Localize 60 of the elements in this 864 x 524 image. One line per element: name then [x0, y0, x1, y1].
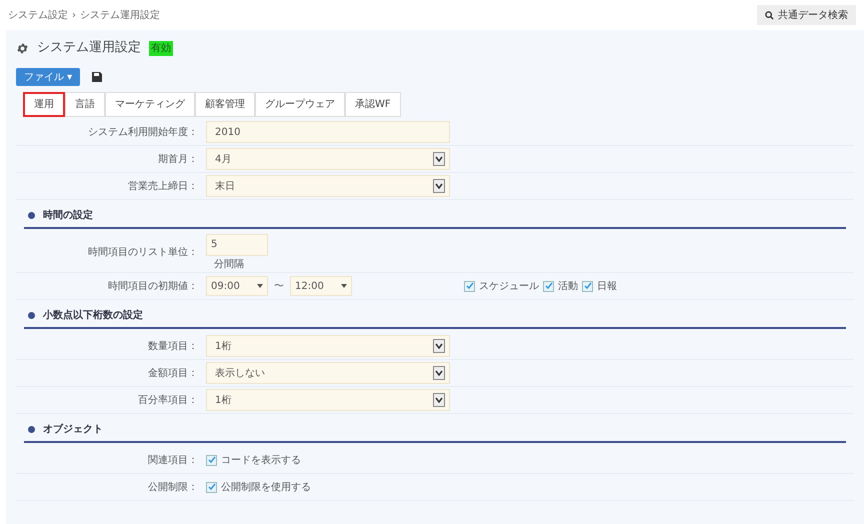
field-label: 関連項目： [147, 454, 199, 468]
checkbox-option[interactable]: コードを表示する [206, 452, 301, 468]
select-field[interactable]: 1桁 [206, 335, 450, 357]
dropdown-caret-icon [433, 152, 445, 166]
status-badge: 有効 [149, 40, 173, 56]
page-title: システム運用設定 [37, 39, 141, 58]
tab[interactable]: グループウェア [255, 92, 345, 117]
field-label: 数量項目： [147, 340, 199, 354]
checkbox-option[interactable]: スケジュール [464, 278, 539, 294]
section-title: オブジェクト [43, 422, 103, 436]
caret-icon [257, 284, 263, 288]
dropdown-caret-icon [433, 339, 445, 353]
number-field[interactable]: 5 [206, 234, 268, 256]
save-icon[interactable] [92, 72, 102, 82]
checkbox[interactable] [206, 482, 217, 492]
checkbox[interactable] [582, 280, 593, 292]
select-field[interactable]: 末日 [206, 175, 450, 197]
search-icon [765, 10, 774, 20]
section-bullet-icon [28, 426, 35, 432]
breadcrumb-link[interactable]: システム設定 [8, 8, 68, 22]
time-select[interactable]: 12:00 [290, 276, 352, 296]
field-label: システム利用開始年度： [87, 126, 199, 140]
field-label: 期首月： [157, 152, 199, 166]
tab[interactable]: 承認WF [345, 92, 401, 117]
text-field[interactable]: 2010 [206, 121, 450, 143]
checkbox[interactable] [206, 454, 217, 466]
gear-icon [16, 42, 29, 54]
field-label: 百分率項目： [137, 394, 199, 408]
breadcrumb-separator: › [72, 8, 76, 22]
caret-icon [341, 284, 347, 288]
field-label: 営業売上締日： [127, 180, 199, 194]
section-title: 時間の設定 [43, 208, 93, 222]
tab[interactable]: 言語 [65, 92, 105, 117]
section-title: 小数点以下桁数の設定 [43, 308, 143, 322]
search-button[interactable]: 共通データ検索 [757, 5, 856, 25]
field-label: 金額項目： [147, 366, 199, 380]
checkbox-option[interactable]: 日報 [582, 278, 617, 294]
field-label: 時間項目の初期値： [107, 280, 199, 294]
select-field[interactable]: 1桁 [206, 389, 450, 411]
time-select[interactable]: 09:00 [206, 276, 268, 296]
checkbox[interactable] [464, 280, 475, 292]
breadcrumb-link[interactable]: システム運用設定 [80, 8, 160, 22]
field-label: 公開制限： [147, 480, 199, 494]
checkbox[interactable] [543, 280, 554, 292]
dropdown-caret-icon [433, 366, 445, 380]
select-field[interactable]: 4月 [206, 148, 450, 170]
checkbox-option[interactable]: 公開制限を使用する [206, 480, 311, 494]
field-label: 時間項目のリスト単位： [87, 246, 199, 260]
unit-label: 分間隔 [213, 258, 245, 272]
checkbox-option[interactable]: 活動 [543, 278, 578, 294]
section-bullet-icon [28, 312, 35, 318]
tab[interactable]: 運用 [23, 92, 65, 117]
dropdown-caret-icon [433, 179, 445, 193]
range-separator: 〜 [274, 280, 284, 294]
section-bullet-icon [28, 212, 35, 218]
dropdown-caret-icon [433, 393, 445, 407]
tab[interactable]: マーケティング [105, 92, 195, 117]
tab[interactable]: 顧客管理 [195, 92, 255, 117]
select-field[interactable]: 表示しない [206, 362, 450, 384]
file-menu-button[interactable]: ファイル ▾ [16, 68, 80, 86]
